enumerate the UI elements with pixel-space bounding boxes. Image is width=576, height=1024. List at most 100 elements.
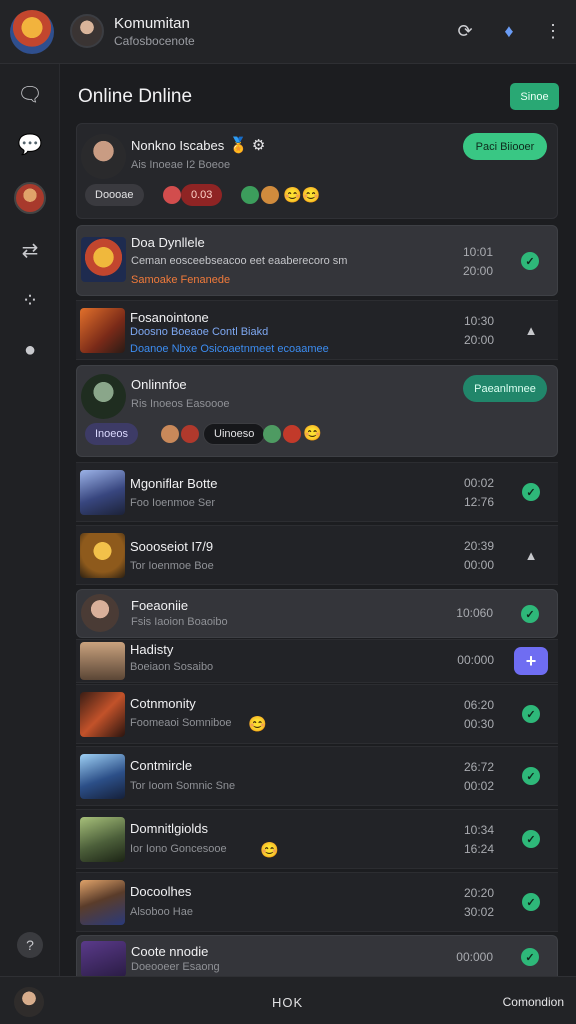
gem-icon[interactable]: ♦ bbox=[496, 18, 522, 44]
sidebar: 🗨 💬 ⇄ ⁘ ● ? bbox=[0, 64, 60, 976]
item-subtitle: Ceman eosceebseacoo eet eaaberecoro sm bbox=[131, 255, 348, 267]
time-start: 20:39 bbox=[463, 539, 494, 553]
chat-bubbles-icon[interactable]: 🗨 bbox=[14, 78, 46, 110]
time-start: 06:20 bbox=[463, 698, 494, 712]
avatar[interactable] bbox=[14, 987, 44, 1017]
message-icon[interactable]: 💬 bbox=[14, 128, 46, 160]
time-start: 00:000 bbox=[457, 653, 494, 667]
add-button[interactable]: + bbox=[514, 647, 548, 675]
time-end: 16:24 bbox=[463, 842, 494, 856]
logo-icon[interactable] bbox=[10, 10, 54, 54]
time-start: 20:20 bbox=[463, 886, 494, 900]
item-subtitle: Ris Inoeos Easoooe bbox=[131, 398, 230, 410]
join-button[interactable]: Paeanlmnee bbox=[463, 375, 547, 402]
avatar bbox=[81, 594, 119, 632]
alert-icon[interactable]: ▲ bbox=[522, 321, 540, 339]
item-subtitle: Tor Ioom Somnic Sne bbox=[130, 780, 236, 792]
help-icon[interactable]: ? bbox=[17, 932, 43, 958]
tag-badge[interactable]: Doooae bbox=[85, 184, 144, 206]
check-icon[interactable]: ✓ bbox=[522, 705, 540, 723]
avatar bbox=[81, 134, 126, 179]
routing-icon[interactable]: ⇄ bbox=[14, 234, 46, 266]
more-icon[interactable]: ⋮ bbox=[540, 18, 566, 44]
time-start: 10:30 bbox=[463, 314, 494, 328]
item-name: Cotnmonity bbox=[130, 696, 196, 711]
check-icon[interactable]: ✓ bbox=[521, 252, 539, 270]
dots-cluster-icon[interactable]: ⁘ bbox=[14, 284, 46, 316]
check-icon[interactable]: ✓ bbox=[522, 483, 540, 501]
list-item[interactable]: Cotnmonity Foomeaoi Somniboe 😊 06:20 00:… bbox=[76, 684, 558, 744]
list-item[interactable]: Onlinnfoe Ris Inoeos Easoooe Paeanlmnee … bbox=[76, 365, 558, 457]
top-action-button[interactable]: Sinoe bbox=[510, 83, 559, 110]
time-start: 00:000 bbox=[456, 950, 493, 964]
avatar bbox=[181, 425, 199, 443]
check-icon[interactable]: ✓ bbox=[522, 830, 540, 848]
emoji-badges: 🏅 ⚙ bbox=[229, 137, 266, 154]
item-name: Mgoniflar Botte bbox=[130, 476, 218, 491]
join-button[interactable]: Paci Biiooer bbox=[463, 133, 547, 160]
reaction-icon: 😊 bbox=[248, 716, 267, 733]
check-icon[interactable]: ✓ bbox=[522, 893, 540, 911]
comment-icon[interactable]: ● bbox=[14, 334, 46, 366]
time-start: 10:34 bbox=[463, 823, 494, 837]
item-subtitle: Boeiaon Sosaibo bbox=[130, 661, 214, 673]
avatar bbox=[161, 425, 179, 443]
bottom-right-label[interactable]: Comondion bbox=[503, 995, 564, 1009]
avatar bbox=[263, 425, 281, 443]
item-name: Coote nnodie bbox=[131, 944, 209, 959]
item-name: Docoolhes bbox=[130, 884, 192, 899]
item-name: Contmircle bbox=[130, 758, 193, 773]
time-end: 30:02 bbox=[463, 905, 494, 919]
check-icon[interactable]: ✓ bbox=[521, 605, 539, 623]
item-subtitle: Alsoboo Hae bbox=[130, 906, 193, 918]
refresh-icon[interactable]: ⟳ bbox=[452, 18, 478, 44]
time-start: 10:01 bbox=[462, 245, 493, 259]
list-item[interactable]: Docoolhes Alsoboo Hae 20:20 30:02 ✓ bbox=[76, 872, 558, 932]
check-icon[interactable]: ✓ bbox=[522, 767, 540, 785]
list-item[interactable]: Doa Dynllele Ceman eosceebseacoo eet eaa… bbox=[76, 225, 558, 296]
time-end: 12:76 bbox=[463, 495, 494, 509]
thumbnail bbox=[80, 692, 125, 737]
reaction-icon: 😊 bbox=[303, 425, 322, 442]
list-item[interactable]: Soooseiot I7/9 Tor Ioenmoe Boe 20:39 00:… bbox=[76, 525, 558, 585]
item-name: Onlinnfoe bbox=[131, 377, 187, 392]
thumbnail bbox=[80, 642, 125, 680]
item-subtitle: Fsis Iaoion Boaoibo bbox=[131, 616, 228, 628]
item-subtitle: Foo Ioenmoe Ser bbox=[130, 497, 215, 509]
list-item[interactable]: Domnitlgiolds Ior Iono Goncesooe 😊 10:34… bbox=[76, 809, 558, 869]
list-item[interactable]: Fosanointone Doosno Boeaoe Contl Biakd D… bbox=[76, 300, 558, 360]
time-end: 00:30 bbox=[463, 717, 494, 731]
alert-icon[interactable]: ▲ bbox=[522, 546, 540, 564]
list-item[interactable]: Nonkno Iscabes 🏅 ⚙ Ais Inoeae I2 Boeoe P… bbox=[76, 123, 558, 219]
thumbnail bbox=[80, 880, 125, 925]
tag-badge[interactable]: Inoeos bbox=[85, 423, 139, 445]
count-badge[interactable]: 0.03 bbox=[181, 184, 223, 206]
item-subtitle: Ais Inoeae I2 Boeoe bbox=[131, 159, 231, 171]
list-item[interactable]: Hadisty Boeiaon Sosaibo 00:000 + bbox=[76, 639, 558, 683]
item-name: Fosanointone bbox=[130, 310, 209, 325]
item-subtitle: Ior Iono Goncesooe bbox=[130, 843, 227, 855]
time-start: 10:060 bbox=[456, 606, 493, 620]
app-title: Komumitan bbox=[114, 15, 190, 32]
avatar bbox=[81, 374, 126, 419]
thumbnail bbox=[81, 237, 126, 282]
time-end: 20:00 bbox=[462, 264, 493, 278]
reaction-icon: 😊 bbox=[260, 842, 279, 859]
item-tagline: Samoake Fenanede bbox=[131, 274, 231, 286]
avatar[interactable] bbox=[14, 182, 46, 214]
list-item[interactable]: Coote nnodie Doeooeer Esaong 00:000 ✓ bbox=[76, 935, 558, 977]
list-item[interactable]: Mgoniflar Botte Foo Ioenmoe Ser 00:02 12… bbox=[76, 462, 558, 522]
list-item[interactable]: Contmircle Tor Ioom Somnic Sne 26:72 00:… bbox=[76, 746, 558, 806]
avatar[interactable] bbox=[70, 14, 104, 48]
list-item[interactable]: Foeaoniie Fsis Iaoion Boaoibo 10:060 ✓ bbox=[76, 589, 558, 638]
time-start: 26:72 bbox=[463, 760, 494, 774]
time-end: 00:02 bbox=[463, 779, 494, 793]
time-end: 20:00 bbox=[463, 333, 494, 347]
check-icon[interactable]: ✓ bbox=[521, 948, 539, 966]
time-end: 00:00 bbox=[463, 558, 494, 572]
page-title: Online Dnline bbox=[78, 86, 193, 107]
tag-badge[interactable]: Uinoeso bbox=[203, 423, 266, 445]
bottom-center-label[interactable]: HOK bbox=[272, 995, 303, 1010]
avatar bbox=[163, 186, 181, 204]
item-name: Nonkno Iscabes bbox=[131, 138, 225, 153]
